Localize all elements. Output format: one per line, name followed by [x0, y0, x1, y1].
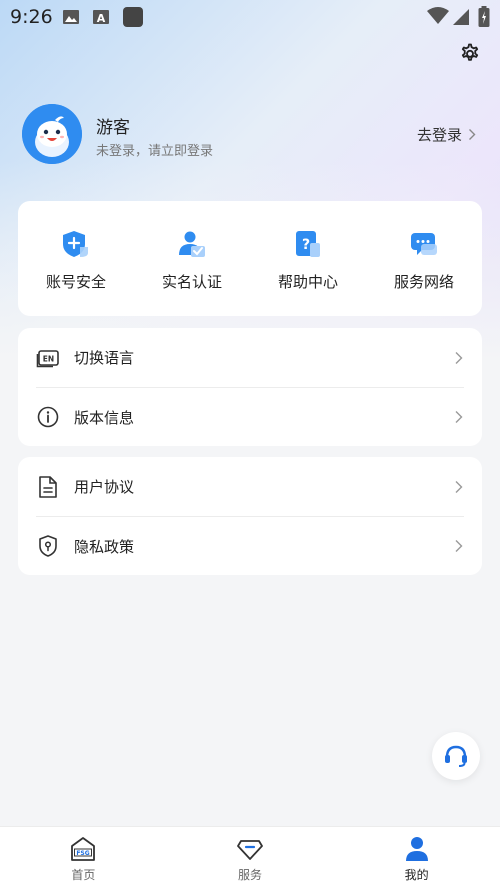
shield-plus-icon	[63, 231, 88, 257]
tab-label: 我的	[404, 868, 429, 882]
login-link-label: 去登录	[416, 126, 462, 144]
mascot-avatar-icon	[22, 104, 82, 164]
avatar[interactable]	[22, 104, 82, 164]
quick-actions-card: 账号安全 实名认证 ? 帮助中心 服务网络	[18, 201, 482, 316]
row-version-info[interactable]: 版本信息	[36, 387, 464, 446]
settings-card-1: EN 切换语言 版本信息	[18, 328, 482, 446]
image-icon	[63, 10, 79, 24]
row-user-agreement[interactable]: 用户协议	[36, 457, 464, 516]
settings-card-2: 用户协议 隐私政策	[18, 457, 482, 575]
quick-item-real-name[interactable]: 实名认证	[134, 201, 250, 316]
quick-item-label: 帮助中心	[277, 273, 338, 291]
settings-gear-icon[interactable]	[458, 42, 482, 66]
quick-item-label: 账号安全	[45, 273, 106, 291]
tab-home[interactable]: FSG 首页	[0, 827, 167, 888]
quick-item-label: 实名认证	[161, 273, 222, 291]
row-switch-language[interactable]: EN 切换语言	[36, 328, 464, 387]
svg-text:FSG: FSG	[77, 850, 90, 857]
home-fsg-icon: FSG	[71, 837, 96, 861]
privacy-shield-icon	[39, 535, 57, 557]
tab-label: 服务	[238, 868, 263, 882]
svg-text:?: ?	[302, 237, 310, 253]
svg-text:A: A	[97, 12, 106, 25]
customer-service-button[interactable]	[432, 732, 480, 780]
svg-text:EN: EN	[43, 354, 54, 363]
tab-label: 首页	[71, 868, 96, 882]
chevron-right-icon	[455, 540, 463, 552]
login-link[interactable]: 去登录	[417, 124, 476, 145]
chat-bubble-icon	[411, 233, 437, 255]
help-doc-icon: ?	[296, 231, 320, 257]
status-bar: 9:26 A	[0, 0, 500, 34]
battery-icon	[478, 6, 490, 27]
user-profile-icon	[405, 837, 428, 861]
tab-bar: FSG 首页 服务 我的	[0, 826, 500, 888]
quick-item-account-security[interactable]: 账号安全	[18, 201, 134, 316]
quick-item-service-network[interactable]: 服务网络	[366, 201, 482, 316]
diamond-service-icon	[237, 840, 263, 860]
nickname: 游客	[96, 118, 130, 138]
info-icon	[37, 406, 59, 428]
app-square-icon	[123, 7, 143, 27]
row-label: 版本信息	[74, 408, 135, 427]
login-tip: 未登录，请立即登录	[96, 144, 214, 159]
chevron-right-icon	[455, 351, 463, 364]
chevron-right-icon	[455, 480, 463, 493]
document-icon	[39, 475, 57, 498]
language-en-icon: EN	[36, 349, 59, 367]
tab-service[interactable]: 服务	[167, 827, 334, 888]
wifi-icon	[427, 7, 449, 24]
row-label: 用户协议	[74, 478, 135, 496]
signal-icon	[453, 9, 469, 25]
user-verify-icon	[179, 231, 205, 257]
status-time: 9:26	[10, 6, 53, 28]
headset-icon	[445, 745, 467, 767]
tab-mine[interactable]: 我的	[333, 827, 500, 888]
chevron-right-icon	[455, 411, 463, 423]
quick-item-label: 服务网络	[393, 273, 454, 291]
quick-item-help-center[interactable]: ? 帮助中心	[250, 201, 366, 316]
font-a-icon: A	[93, 10, 109, 25]
row-privacy-policy[interactable]: 隐私政策	[36, 516, 464, 575]
row-label: 隐私政策	[74, 537, 135, 556]
row-label: 切换语言	[74, 349, 135, 367]
chevron-right-icon	[469, 129, 476, 140]
